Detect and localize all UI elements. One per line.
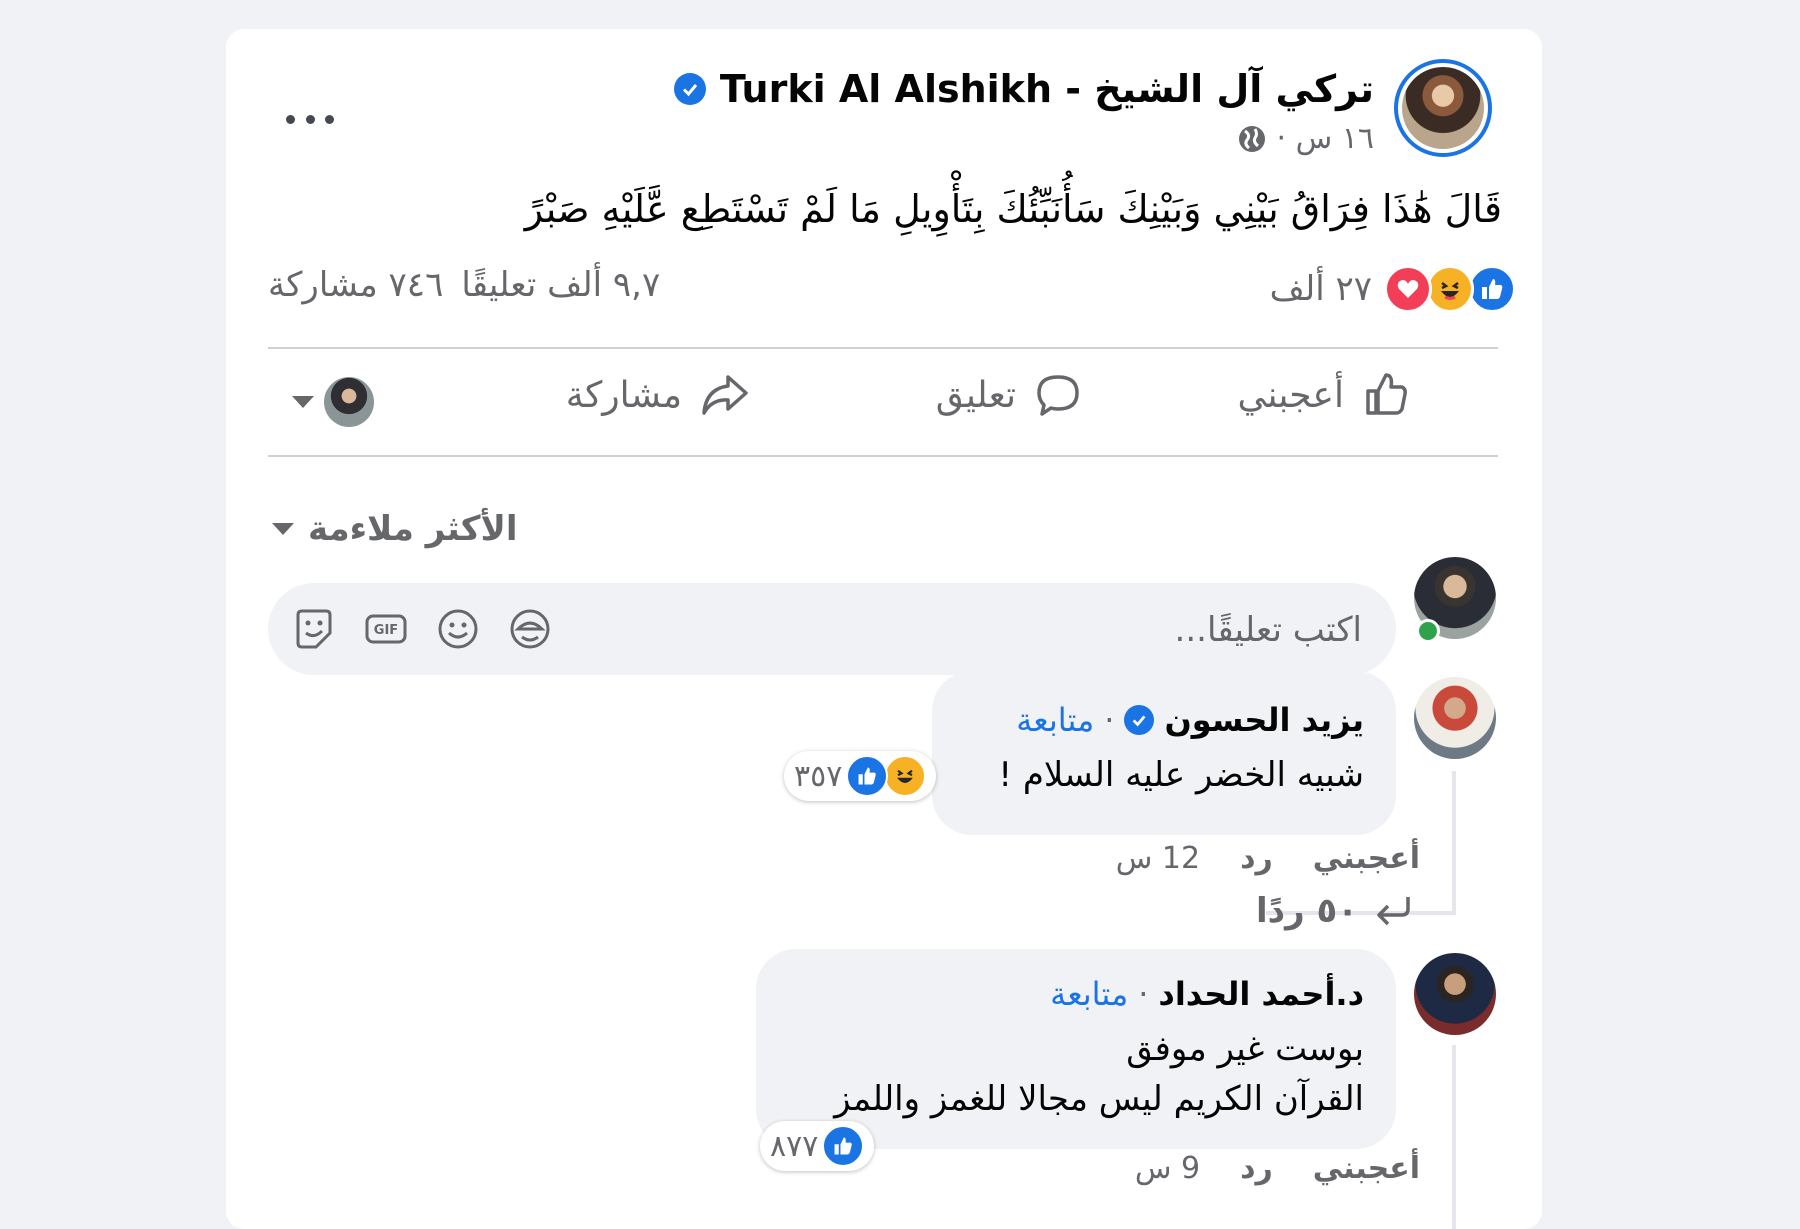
like-icon bbox=[846, 755, 889, 797]
emoji-icon[interactable] bbox=[436, 607, 480, 651]
comment-like-button[interactable]: أعجبني bbox=[1313, 1151, 1420, 1186]
comment-composer: GIF bbox=[268, 583, 1396, 675]
chevron-down-icon bbox=[272, 523, 294, 535]
comment-time[interactable]: 12 س bbox=[1116, 841, 1200, 876]
divider bbox=[268, 455, 1498, 457]
commenter-name[interactable]: يزيد الحسون bbox=[1164, 701, 1364, 739]
online-status-dot bbox=[1416, 619, 1440, 643]
post-meta: ١٦ س · bbox=[1237, 121, 1374, 156]
comment-input[interactable] bbox=[840, 603, 1364, 657]
verified-icon bbox=[673, 73, 706, 105]
commenter-avatar[interactable] bbox=[1414, 677, 1496, 759]
author-avatar[interactable] bbox=[1394, 59, 1492, 157]
like-icon bbox=[822, 1125, 865, 1167]
reactions-count[interactable]: ٢٧ ألف bbox=[1270, 269, 1372, 309]
comment-sort-selector[interactable]: الأكثر ملاءمة bbox=[272, 509, 518, 549]
follow-link[interactable]: متابعة bbox=[1050, 975, 1128, 1013]
comment-bubble: يزيد الحسون · متابعة شبيه الخضر عليه الس… bbox=[932, 671, 1396, 835]
svg-text:GIF: GIF bbox=[374, 623, 398, 638]
verified-icon bbox=[1124, 705, 1155, 735]
post-card: تركي آل الشيخ - Turki Al Alshikh ١٦ س · … bbox=[226, 29, 1542, 1229]
comment-text-line: القرآن الكريم ليس مجالا للغمز واللمز bbox=[834, 1079, 1364, 1119]
globe-icon bbox=[1238, 125, 1265, 152]
comment-actions: أعجبني رد 9 س bbox=[1135, 1151, 1420, 1186]
view-replies-button[interactable]: ٥٠ ردًا bbox=[1256, 891, 1414, 931]
comment-header: د.أحمد الحداد · متابعة bbox=[1050, 975, 1364, 1013]
sticker-icon[interactable] bbox=[292, 607, 336, 651]
user-avatar-small bbox=[324, 377, 374, 427]
comment-icon bbox=[1037, 375, 1079, 416]
haha-icon bbox=[1426, 265, 1474, 313]
post-text: قَالَ هَٰذَا فِرَاقُ بَيْنِي وَبَيْنِكَ … bbox=[524, 187, 1502, 231]
reply-arrow-icon bbox=[1377, 897, 1410, 926]
avatar-sticker-icon[interactable] bbox=[508, 607, 552, 651]
comment-label: تعليق bbox=[935, 374, 1016, 416]
commenter-name[interactable]: د.أحمد الحداد bbox=[1158, 975, 1364, 1013]
chevron-down-icon bbox=[292, 396, 314, 408]
thumb-icon bbox=[1366, 373, 1407, 415]
comment-reaction-count: ٣٥٧ bbox=[794, 758, 843, 794]
gif-icon[interactable]: GIF bbox=[364, 607, 408, 651]
comment-like-button[interactable]: أعجبني bbox=[1313, 841, 1420, 876]
sort-label: الأكثر ملاءمة bbox=[308, 509, 518, 549]
replies-count: ٥٠ ردًا bbox=[1255, 891, 1358, 931]
share-as-selector[interactable] bbox=[292, 377, 374, 427]
reactions-summary[interactable]: ٢٧ ألف bbox=[1270, 265, 1516, 313]
author-name[interactable]: تركي آل الشيخ - Turki Al Alshikh bbox=[720, 67, 1374, 111]
shares-count[interactable]: ٧٤٦ مشاركة bbox=[268, 265, 443, 305]
thread-line bbox=[1452, 771, 1456, 913]
comment-reactions[interactable]: ٨٧٧ bbox=[760, 1121, 875, 1171]
author-row: تركي آل الشيخ - Turki Al Alshikh bbox=[673, 67, 1374, 111]
love-icon bbox=[1384, 265, 1432, 313]
comment-button[interactable]: تعليق bbox=[936, 369, 1084, 421]
like-icon bbox=[1468, 265, 1516, 313]
commenter-avatar[interactable] bbox=[1414, 953, 1496, 1035]
comment-bubble: د.أحمد الحداد · متابعة بوست غير موفق الق… bbox=[756, 949, 1396, 1149]
comment-text-line: بوست غير موفق bbox=[1126, 1029, 1364, 1069]
haha-icon bbox=[884, 755, 927, 797]
share-button[interactable]: مشاركة bbox=[566, 369, 750, 421]
post-stats: ٩,٧ ألف تعليقًا ٧٤٦ مشاركة bbox=[268, 265, 660, 305]
like-button[interactable]: أعجبني bbox=[1238, 369, 1412, 421]
post-time[interactable]: ١٦ س · bbox=[1277, 121, 1374, 156]
comment-reaction-count: ٨٧٧ bbox=[770, 1128, 819, 1164]
like-label: أعجبني bbox=[1237, 374, 1344, 416]
comment-reply-button[interactable]: رد bbox=[1240, 1151, 1273, 1186]
comment-text: شبيه الخضر عليه السلام ! bbox=[998, 755, 1364, 795]
divider bbox=[268, 347, 1498, 349]
share-label: مشاركة bbox=[565, 374, 682, 416]
more-icon[interactable] bbox=[286, 101, 334, 137]
follow-link[interactable]: متابعة bbox=[1016, 701, 1094, 739]
comment-actions: أعجبني رد 12 س bbox=[1116, 841, 1420, 876]
thread-line bbox=[1452, 1045, 1456, 1229]
comment-time[interactable]: 9 س bbox=[1135, 1151, 1200, 1186]
comment-reactions[interactable]: ٣٥٧ bbox=[784, 751, 937, 801]
share-icon bbox=[702, 375, 748, 415]
comment-header: يزيد الحسون · متابعة bbox=[1016, 701, 1364, 739]
comment-reply-button[interactable]: رد bbox=[1240, 841, 1273, 876]
comments-count[interactable]: ٩,٧ ألف تعليقًا bbox=[461, 265, 660, 305]
